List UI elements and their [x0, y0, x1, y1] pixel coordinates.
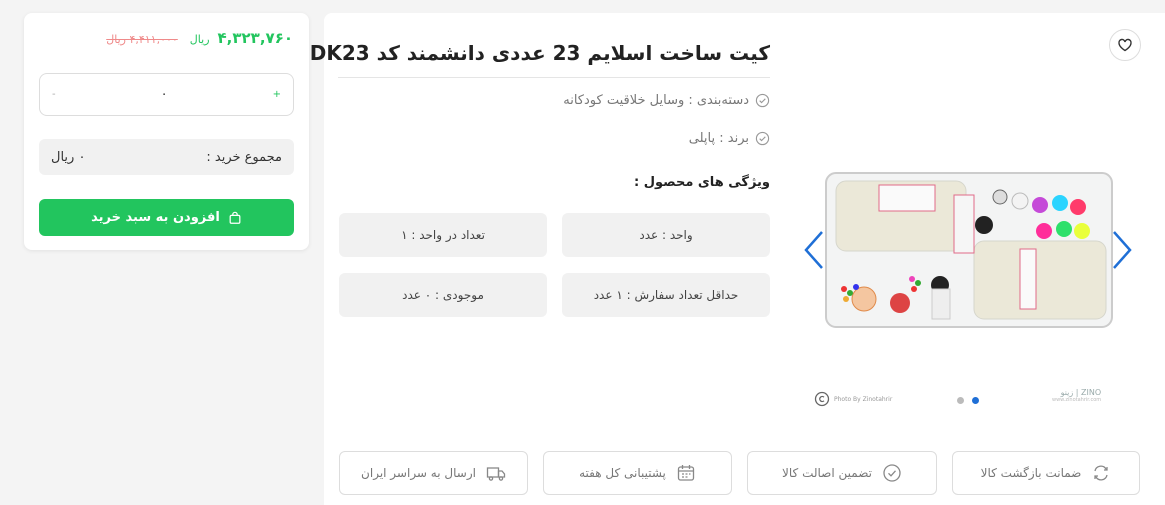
- copyright-icon: [814, 391, 830, 407]
- heart-icon: [1118, 38, 1132, 52]
- product-card: کیت ساخت اسلایم 23 عددی دانشمند کد DK23 …: [310, 13, 1165, 505]
- truck-icon: [486, 467, 506, 481]
- watermark-text: زینو | ZINO: [1060, 388, 1102, 397]
- slider-dot-1[interactable]: [957, 397, 964, 404]
- category-line: دسته‌بندی : وسایل خلاقیت کودکانه: [563, 93, 770, 108]
- feature-units-per-pack: تعداد در واحد : ۱: [339, 213, 547, 257]
- slider-dot-2[interactable]: [972, 397, 979, 404]
- prev-slide-arrow-icon[interactable]: [802, 229, 826, 271]
- check-circle-icon: [755, 93, 770, 108]
- guarantee-support: پشتیبانی کل هفته: [543, 451, 732, 495]
- quantity-stepper: - ۰ +: [39, 73, 294, 116]
- total-label: مجموع خرید :: [206, 149, 282, 165]
- brand-text[interactable]: برند : پاپلی: [689, 131, 749, 146]
- add-to-cart-button[interactable]: افزودن به سبد خرید: [39, 199, 294, 236]
- check-circle-icon: [755, 131, 770, 146]
- quantity-decrease-button[interactable]: -: [52, 89, 56, 100]
- shopping-bag-icon: [229, 211, 241, 224]
- price-unit: ریال: [189, 33, 210, 46]
- return-icon: [1094, 465, 1109, 481]
- watermark-url: www.zinotahrir.com: [1052, 397, 1102, 403]
- guarantee-support-label: پشتیبانی کل هفته: [579, 466, 666, 480]
- slider-dots: [957, 397, 979, 404]
- total-box: مجموع خرید : ۰ ریال: [39, 139, 294, 175]
- guarantee-return-label: ضمانت بازگشت کالا: [980, 466, 1082, 480]
- feature-min-order: حداقل تعداد سفارش : ۱ عدد: [562, 273, 770, 317]
- guarantee-shipping-label: ارسال به سراسر ایران: [361, 466, 476, 480]
- old-price: ۴,۴۱۱,۰۰۰ ریال: [106, 33, 178, 46]
- features-title: ویژگی های محصول :: [633, 175, 770, 190]
- product-image: [825, 172, 1113, 328]
- guarantee-authentic-label: تضمین اصالت کالا: [782, 466, 872, 480]
- add-to-cart-label: افزودن به سبد خرید: [91, 210, 220, 225]
- category-text[interactable]: دسته‌بندی : وسایل خلاقیت کودکانه: [563, 93, 749, 108]
- watermark: زینو | ZINO www.zinotahrir.com: [1052, 388, 1101, 403]
- title-divider: [338, 77, 770, 78]
- total-value: ۰ ریال: [51, 149, 86, 165]
- brand-line: برند : پاپلی: [689, 131, 770, 146]
- photo-credit: Photo By Zinotahrir: [814, 391, 892, 407]
- quantity-increase-button[interactable]: +: [273, 89, 281, 100]
- current-price: ۴,۳۲۳,۷۶۰: [217, 29, 293, 47]
- price-row: ۴,۳۲۳,۷۶۰ ریال ۴,۴۱۱,۰۰۰ ریال: [106, 29, 293, 47]
- check-circle-icon: [883, 464, 901, 482]
- calendar-icon: [677, 465, 695, 481]
- next-slide-arrow-icon[interactable]: [1110, 229, 1134, 271]
- feature-stock: موجودی : ۰ عدد: [339, 273, 547, 317]
- favorite-button[interactable]: [1109, 29, 1141, 61]
- feature-unit: واحد : عدد: [562, 213, 770, 257]
- purchase-card: ۴,۳۲۳,۷۶۰ ریال ۴,۴۱۱,۰۰۰ ریال - ۰ + مجمو…: [24, 13, 309, 250]
- photo-credit-text: Photo By Zinotahrir: [834, 395, 893, 403]
- guarantee-authentic: تضمین اصالت کالا: [747, 451, 937, 495]
- guarantee-shipping: ارسال به سراسر ایران: [339, 451, 528, 495]
- quantity-value[interactable]: ۰: [161, 87, 168, 102]
- product-title: کیت ساخت اسلایم 23 عددی دانشمند کد DK23: [309, 41, 770, 65]
- guarantee-return: ضمانت بازگشت کالا: [952, 451, 1140, 495]
